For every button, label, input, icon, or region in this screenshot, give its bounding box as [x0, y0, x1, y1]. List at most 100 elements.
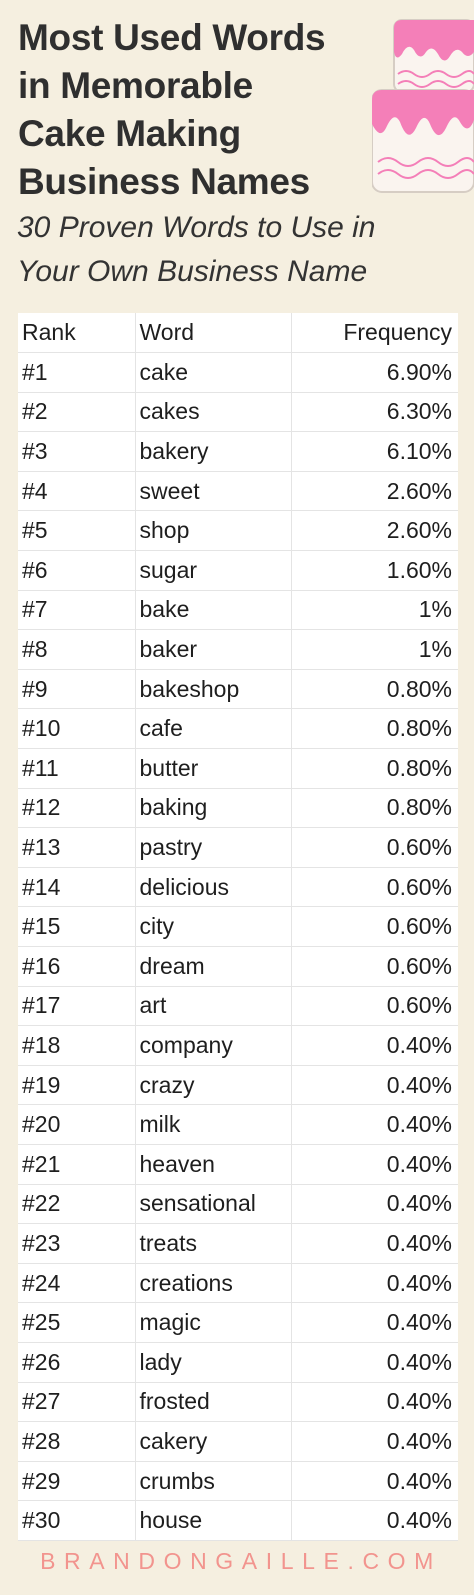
word-cell: company [134, 1025, 291, 1066]
frequency-cell: 0.40% [290, 1025, 458, 1066]
frequency-cell: 0.40% [290, 1342, 458, 1383]
rank-cell: #2 [18, 392, 135, 433]
rank-cell: #7 [18, 590, 135, 631]
table-row: #12 baking 0.80% [18, 788, 458, 829]
word-cell: pastry [134, 827, 291, 868]
rank-cell: #12 [18, 788, 135, 829]
table-row: #6 sugar 1.60% [18, 550, 458, 591]
rank-cell: #19 [18, 1065, 135, 1106]
column-header-rank: Rank [18, 313, 135, 354]
word-cell: treats [134, 1223, 291, 1264]
subtitle: 30 Proven Words to Use in Your Own Busin… [17, 206, 376, 294]
rank-cell: #26 [18, 1342, 135, 1383]
table-row: #5 shop 2.60% [18, 510, 458, 552]
table-row: #2 cakes 6.30% [18, 392, 458, 433]
frequency-cell: 0.40% [290, 1144, 458, 1185]
frequency-cell: 0.60% [290, 946, 458, 987]
frequency-cell: 0.60% [290, 827, 458, 868]
frequency-cell: 1% [290, 629, 458, 670]
table-row: #16 dream 0.60% [18, 946, 458, 987]
rank-cell: #14 [18, 867, 135, 908]
word-cell: cakes [134, 392, 291, 433]
rank-cell: #16 [18, 946, 135, 987]
rank-cell: #6 [18, 550, 135, 591]
frequency-cell: 6.30% [290, 392, 458, 433]
frequency-cell: 0.60% [290, 867, 458, 908]
column-header-frequency: Frequency [290, 313, 458, 354]
page-title: Most Used Words in Memorable Cake Making… [18, 14, 378, 206]
rank-cell: #28 [18, 1421, 135, 1462]
frequency-cell: 0.40% [290, 1223, 458, 1264]
word-cell: cafe [134, 708, 291, 750]
subtitle-line: 30 Proven Words to Use in [17, 211, 376, 244]
frequency-cell: 6.90% [290, 352, 458, 393]
layer-cake-icon [372, 19, 474, 193]
rank-cell: #23 [18, 1223, 135, 1264]
rank-cell: #30 [18, 1500, 135, 1541]
table-row: #30 house 0.40% [18, 1500, 458, 1541]
table-row: #4 sweet 2.60% [18, 471, 458, 512]
word-cell: butter [134, 748, 291, 789]
frequency-cell: 2.60% [290, 510, 458, 552]
frequency-cell: 0.40% [290, 1461, 458, 1502]
header: Most Used Words in Memorable Cake Making… [0, 0, 474, 312]
rank-cell: #27 [18, 1382, 135, 1423]
rank-cell: #1 [18, 352, 135, 393]
table-row: #1 cake 6.90% [18, 352, 458, 393]
word-cell: crazy [134, 1065, 291, 1106]
rank-cell: #24 [18, 1263, 135, 1304]
rank-cell: #29 [18, 1461, 135, 1502]
frequency-cell: 2.60% [290, 471, 458, 512]
table-header-row: Rank Word Frequency [18, 313, 458, 354]
word-cell: sensational [134, 1184, 291, 1225]
table-row: #29 crumbs 0.40% [18, 1461, 458, 1502]
table-row: #25 magic 0.40% [18, 1302, 458, 1343]
word-cell: baking [134, 788, 291, 829]
frequency-cell: 0.60% [290, 906, 458, 947]
column-header-word: Word [134, 313, 291, 354]
table-row: #20 milk 0.40% [18, 1104, 458, 1145]
table-row: #13 pastry 0.60% [18, 827, 458, 868]
word-cell: bakery [134, 431, 291, 472]
frequency-cell: 0.40% [290, 1500, 458, 1541]
frequency-cell: 0.40% [290, 1302, 458, 1343]
table-row: #8 baker 1% [18, 629, 458, 670]
rank-cell: #13 [18, 827, 135, 868]
word-cell: cake [134, 352, 291, 393]
word-cell: sweet [134, 471, 291, 512]
word-cell: magic [134, 1302, 291, 1343]
word-cell: bakeshop [134, 669, 291, 710]
word-cell: frosted [134, 1382, 291, 1423]
word-cell: heaven [134, 1144, 291, 1185]
rank-cell: #17 [18, 986, 135, 1027]
title-line: in Memorable [18, 65, 253, 106]
rank-cell: #3 [18, 431, 135, 472]
word-cell: cakery [134, 1421, 291, 1462]
table-row: #3 bakery 6.10% [18, 431, 458, 472]
word-cell: crumbs [134, 1461, 291, 1502]
word-cell: baker [134, 629, 291, 670]
word-cell: creations [134, 1263, 291, 1304]
frequency-cell: 0.40% [290, 1421, 458, 1462]
title-line: Most Used Words [18, 17, 326, 58]
table-row: #21 heaven 0.40% [18, 1144, 458, 1185]
footer-brand: BRANDONGAILLE.COM [40, 1548, 442, 1574]
rank-cell: #10 [18, 708, 135, 750]
title-line: Business Names [18, 161, 310, 202]
table-row: #28 cakery 0.40% [18, 1421, 458, 1462]
rank-cell: #9 [18, 669, 135, 710]
rank-cell: #18 [18, 1025, 135, 1066]
frequency-cell: 1.60% [290, 550, 458, 591]
table-row: #18 company 0.40% [18, 1025, 458, 1066]
table-row: #24 creations 0.40% [18, 1263, 458, 1304]
word-cell: milk [134, 1104, 291, 1145]
word-cell: bake [134, 590, 291, 631]
word-cell: sugar [134, 550, 291, 591]
frequency-cell: 0.40% [290, 1263, 458, 1304]
frequency-cell: 0.60% [290, 986, 458, 1027]
frequency-cell: 0.80% [290, 669, 458, 710]
rank-cell: #20 [18, 1104, 135, 1145]
word-cell: city [134, 906, 291, 947]
rank-cell: #11 [18, 748, 135, 789]
frequency-cell: 0.40% [290, 1382, 458, 1423]
